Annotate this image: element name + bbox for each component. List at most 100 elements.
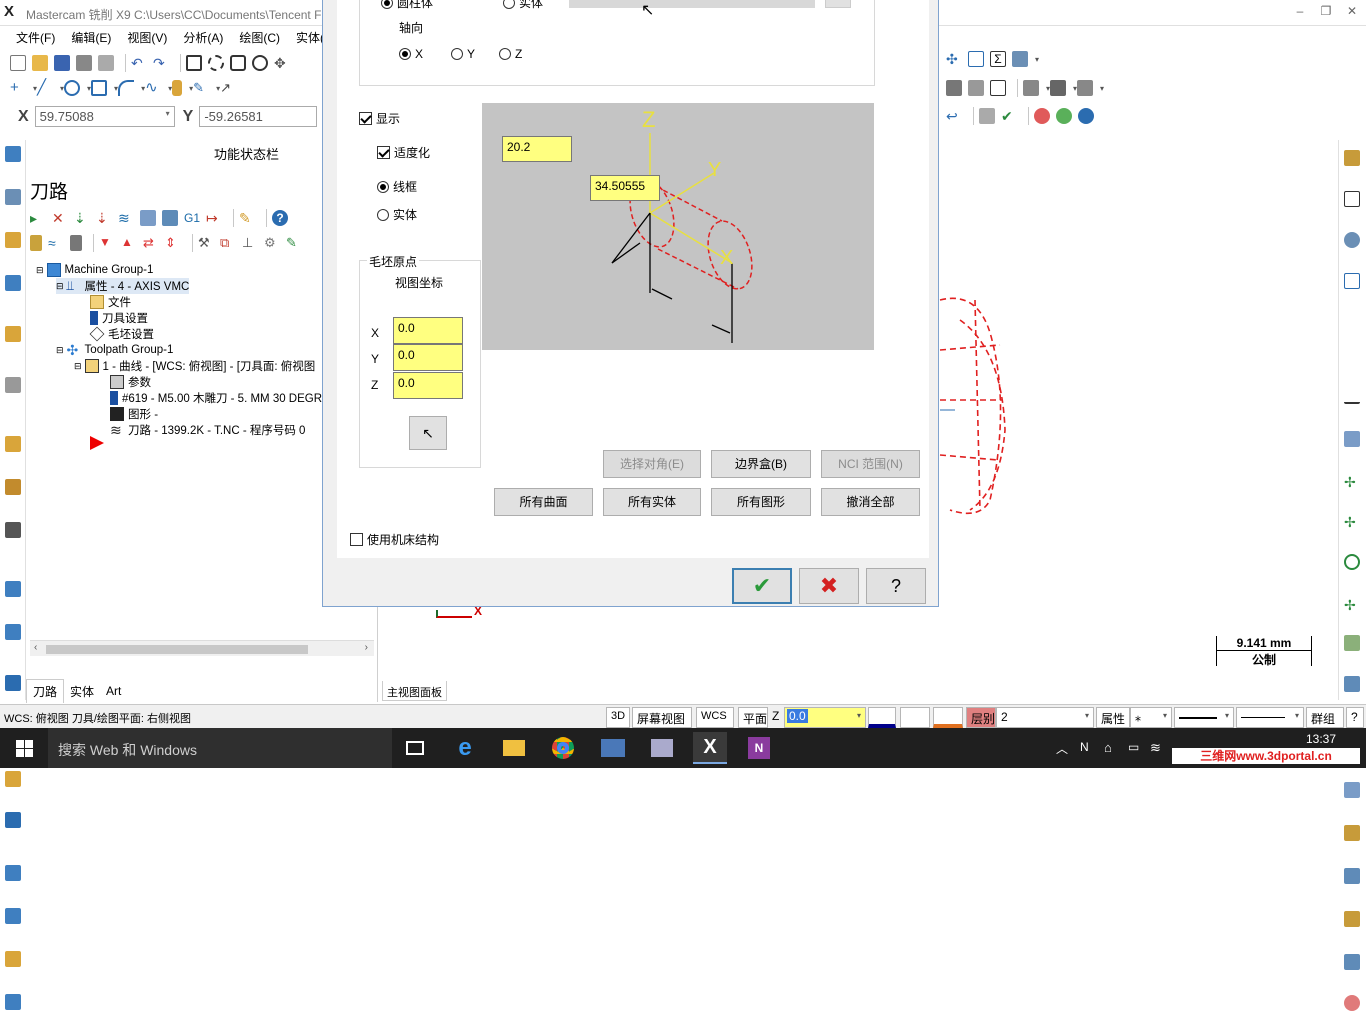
print-preview-icon[interactable] bbox=[98, 55, 114, 71]
tree-node-machine-group[interactable]: ⊟ Machine Group-1 bbox=[36, 262, 153, 278]
mode-3d-button[interactable]: 3D bbox=[606, 707, 630, 728]
regen-dirty-icon[interactable]: ⇣ bbox=[96, 210, 112, 226]
tree-node-files[interactable]: 文件 bbox=[90, 294, 131, 310]
restore-button[interactable]: ❐ bbox=[1316, 4, 1336, 20]
op-icon-r5[interactable]: ✢ bbox=[1344, 597, 1360, 613]
minimize-button[interactable]: – bbox=[1290, 4, 1310, 20]
view-cube-icon[interactable] bbox=[990, 80, 1006, 96]
tray-battery-icon[interactable]: ▭ bbox=[1128, 740, 1139, 754]
mill-op-icon-14[interactable] bbox=[5, 771, 21, 787]
origin-z-input[interactable]: 0.0 bbox=[393, 372, 463, 399]
dim-icon[interactable] bbox=[1344, 388, 1360, 404]
axis-option-y[interactable]: Y bbox=[451, 47, 475, 61]
groups-button[interactable]: 群组 bbox=[1306, 707, 1344, 728]
paint-icon[interactable] bbox=[1344, 150, 1360, 166]
clock-time[interactable]: 13:37 bbox=[1306, 732, 1336, 746]
cancel-button[interactable]: ✖ bbox=[799, 568, 859, 604]
tree-node-tool-settings[interactable]: 刀具设置 bbox=[90, 310, 148, 326]
tray-chevron-icon[interactable]: ︿ bbox=[1056, 740, 1068, 757]
simulate-icon[interactable] bbox=[162, 210, 178, 226]
rectangle-icon[interactable] bbox=[91, 80, 108, 96]
tree-node-operation[interactable]: ⊟ 1 - 曲线 - [WCS: 俯视图] - [刀具面: 俯视图 bbox=[74, 358, 315, 374]
menu-edit[interactable]: 编辑(E) bbox=[71, 29, 111, 46]
close-button[interactable]: ✕ bbox=[1342, 4, 1362, 20]
point-style-select[interactable]: ⁎ ▾ bbox=[1130, 707, 1172, 728]
open-folder-icon[interactable] bbox=[32, 55, 48, 71]
tab-art[interactable]: Art bbox=[100, 681, 127, 701]
unselect-all-button[interactable]: 撤消全部 bbox=[821, 488, 920, 516]
tray-wifi-icon[interactable]: ≋ bbox=[1150, 740, 1161, 756]
shape-option-cylinder[interactable]: 圆柱体 bbox=[381, 0, 433, 11]
all-entities-button[interactable]: 所有图形 bbox=[711, 488, 811, 516]
op-icon-r4[interactable] bbox=[1344, 554, 1360, 570]
help-button[interactable]: ? bbox=[866, 568, 926, 604]
mill-op-icon-18[interactable] bbox=[5, 951, 21, 967]
op-icon-r9[interactable] bbox=[1344, 782, 1360, 798]
tray-network-icon[interactable]: ⌂ bbox=[1104, 740, 1112, 755]
bounding-box-button[interactable]: 边界盒(B) bbox=[711, 450, 811, 478]
op-icon-r6[interactable] bbox=[1344, 635, 1360, 651]
zoom-icon[interactable] bbox=[252, 55, 268, 71]
tool-display-icon[interactable]: ⚒ bbox=[198, 235, 214, 251]
highfeed-icon[interactable]: ↦ bbox=[206, 210, 222, 226]
cylinder-icon[interactable] bbox=[172, 80, 183, 96]
all-solids-button[interactable]: 所有实体 bbox=[603, 488, 701, 516]
spline-icon[interactable]: ∿ bbox=[145, 80, 161, 96]
backplot-icon[interactable]: ≋ bbox=[118, 210, 134, 226]
task-view-icon[interactable] bbox=[398, 732, 432, 764]
no-entry-icon[interactable] bbox=[1034, 108, 1050, 124]
taskbar-search[interactable]: 搜索 Web 和 Windows bbox=[48, 728, 392, 768]
preview-dim-1-input[interactable]: 20.2 bbox=[502, 136, 572, 162]
z-depth-input[interactable]: 0.0 ▾ bbox=[784, 707, 866, 728]
measure-icon[interactable]: ↗ bbox=[220, 80, 236, 96]
move-up-icon[interactable]: ▲ bbox=[121, 235, 137, 251]
menu-analyze[interactable]: 分析(A) bbox=[183, 29, 223, 46]
regen-all-icon[interactable]: ↩ bbox=[946, 108, 962, 124]
pan-icon[interactable]: ✥ bbox=[274, 55, 290, 71]
expand-collapse-icon[interactable]: ⇕ bbox=[165, 235, 181, 251]
view-shade-icon[interactable] bbox=[968, 80, 984, 96]
menu-file[interactable]: 文件(F) bbox=[16, 29, 55, 46]
tree-node-parameters[interactable]: 参数 bbox=[110, 374, 151, 390]
save-icon[interactable] bbox=[54, 55, 70, 71]
zoom-window-icon[interactable] bbox=[208, 55, 224, 71]
mill-op-icon-8[interactable] bbox=[5, 479, 21, 495]
op-icon-r11[interactable] bbox=[1344, 868, 1360, 884]
fit-icon[interactable] bbox=[1344, 191, 1360, 207]
tree-node-tool[interactable]: #619 - M5.00 木雕刀 - 5. MM 30 DEGRE bbox=[110, 390, 330, 406]
sphere-icon[interactable] bbox=[1344, 232, 1360, 248]
start-button[interactable] bbox=[4, 732, 44, 764]
layer-input[interactable]: 2 ▾ bbox=[996, 707, 1094, 728]
pick-origin-button[interactable]: ↖ bbox=[409, 416, 447, 450]
tree-node-properties[interactable]: ⊟ ⫫ 属性 - 4 - AXIS VMC bbox=[56, 278, 190, 294]
tray-ime-icon[interactable]: N bbox=[1080, 740, 1089, 754]
mill-op-icon-6[interactable] bbox=[5, 377, 21, 393]
zoom-target-icon[interactable] bbox=[230, 55, 246, 71]
x-coord-input[interactable]: 59.75088 ▾ bbox=[34, 106, 175, 127]
wcs-button[interactable]: WCS bbox=[696, 707, 734, 728]
image-app-icon[interactable] bbox=[645, 732, 679, 764]
stock-model-icon[interactable]: ✎ bbox=[286, 235, 302, 251]
plane-button[interactable]: 平面 bbox=[738, 707, 768, 728]
single-step-icon[interactable]: ⊥ bbox=[242, 235, 258, 251]
tab-solids[interactable]: 实体 bbox=[64, 680, 100, 703]
print-icon[interactable] bbox=[76, 55, 92, 71]
preview-dim-2-input[interactable]: 34.50555 bbox=[590, 175, 660, 201]
mastercam-taskbar-icon[interactable]: X bbox=[693, 732, 727, 764]
check-icon[interactable]: ✔ bbox=[1001, 108, 1017, 124]
page-icon[interactable] bbox=[1344, 273, 1360, 289]
mill-op-icon-3[interactable] bbox=[5, 232, 21, 248]
verify-icon[interactable] bbox=[140, 210, 156, 226]
mill-op-icon-15[interactable] bbox=[5, 812, 21, 828]
menu-view[interactable]: 视图(V) bbox=[127, 29, 167, 46]
regen-icon[interactable]: ⇣ bbox=[74, 210, 90, 226]
status-help-button[interactable]: ? bbox=[1346, 707, 1364, 728]
solid-radio[interactable]: 实体 bbox=[377, 206, 417, 223]
analyze-icon[interactable] bbox=[968, 51, 984, 67]
menu-draw[interactable]: 绘图(C) bbox=[239, 29, 280, 46]
op-icon-r12[interactable] bbox=[1344, 911, 1360, 927]
wire-icon[interactable] bbox=[1023, 80, 1039, 96]
tree-node-geometry[interactable]: 图形 - bbox=[110, 406, 158, 422]
mill-op-icon-5[interactable] bbox=[5, 326, 21, 342]
mill-op-icon-2[interactable] bbox=[5, 189, 21, 205]
